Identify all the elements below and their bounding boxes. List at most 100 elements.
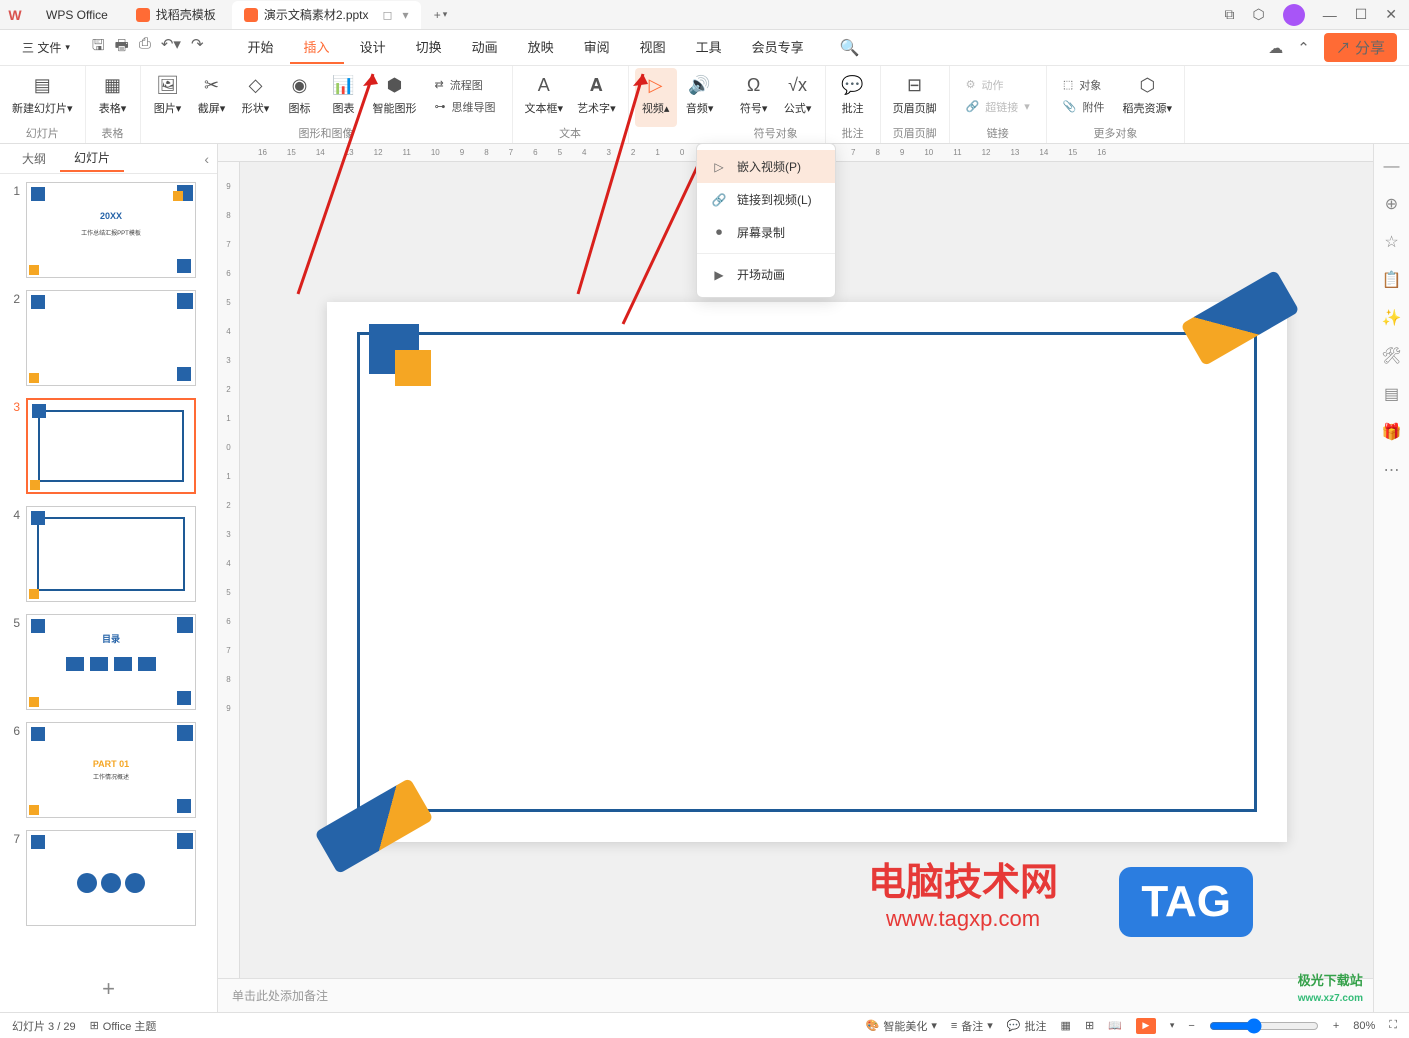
image-button[interactable]: 🖼图片▾ (147, 68, 189, 123)
menu-tab-insert[interactable]: 插入 (290, 31, 344, 64)
thumbnail-7[interactable] (26, 830, 196, 926)
attachment-icon: 📎 (1063, 100, 1077, 113)
thumbnail-2[interactable] (26, 290, 196, 386)
zoom-slider[interactable] (1209, 1018, 1319, 1034)
presentation-icon (244, 8, 258, 22)
menu-tab-member[interactable]: 会员专享 (738, 31, 818, 64)
smartart-button[interactable]: ⬢智能图形 (367, 68, 423, 123)
new-slide-button[interactable]: ▤新建幻灯片▾ (6, 68, 79, 123)
attachment-button[interactable]: 📎附件 (1057, 97, 1111, 117)
thumbnail-6[interactable]: PART 01工作情况概述 (26, 722, 196, 818)
file-menu[interactable]: 三 文件▾ (12, 35, 80, 60)
minimize-button[interactable]: — (1323, 7, 1337, 23)
video-button[interactable]: ▷视频▴ (635, 68, 677, 127)
tab-wps-home[interactable]: WPS Office (34, 1, 120, 29)
view-sorter-icon[interactable]: ⊞ (1085, 1019, 1094, 1032)
screenshot-button[interactable]: ✂截屏▾ (191, 68, 233, 123)
beautify-button[interactable]: 🎨 智能美化▾ (866, 1018, 937, 1034)
docer-button[interactable]: ⬡稻壳资源▾ (1117, 68, 1179, 123)
panel-tab-slides[interactable]: 幻灯片 (60, 145, 124, 172)
chart-button[interactable]: 📊图表 (323, 68, 365, 123)
thumbnail-list[interactable]: 120XX工作总结汇报PPT模板 2 3 4 5目录 6PART 01工作情况概… (0, 174, 217, 966)
menu-tab-animation[interactable]: 动画 (458, 31, 512, 64)
menu-tab-design[interactable]: 设计 (346, 31, 400, 64)
add-tab-button[interactable]: +▾ (429, 3, 453, 27)
view-normal-icon[interactable]: ▦ (1061, 1019, 1071, 1032)
cube-icon[interactable]: ⬡ (1252, 6, 1264, 23)
sidebar-magic-icon[interactable]: ✨ (1382, 308, 1402, 328)
object-button[interactable]: ⬚对象 (1057, 75, 1111, 95)
notes-pane[interactable]: 单击此处添加备注 (218, 978, 1373, 1012)
screen-record-item[interactable]: ⏺屏幕录制 (697, 216, 835, 249)
menu-tab-tools[interactable]: 工具 (682, 31, 736, 64)
print-preview-icon[interactable]: ⎙ (139, 35, 151, 60)
maximize-button[interactable]: ☐ (1355, 6, 1368, 23)
table-icon: ▦ (100, 72, 126, 98)
avatar[interactable] (1283, 4, 1305, 26)
collapse-ribbon-icon[interactable]: ⌃ (1297, 39, 1310, 57)
thumbnail-5[interactable]: 目录 (26, 614, 196, 710)
sidebar-more-icon[interactable]: ⋯ (1384, 460, 1400, 480)
icon-button[interactable]: ◉图标 (279, 68, 321, 123)
tab-document[interactable]: 演示文稿素材2.pptx◻▾ (232, 1, 421, 29)
thumbnail-4[interactable] (26, 506, 196, 602)
zoom-out-button[interactable]: − (1188, 1020, 1194, 1032)
panel-tab-outline[interactable]: 大纲 (8, 146, 60, 171)
layout-icon[interactable]: ⧉ (1224, 6, 1234, 23)
sidebar-clipboard-icon[interactable]: 📋 (1382, 270, 1402, 290)
audio-button[interactable]: 🔊音频▾ (679, 68, 721, 127)
comment-button[interactable]: 💬批注 (832, 68, 874, 123)
undo-icon[interactable]: ↶▾ (161, 35, 181, 60)
theme-info[interactable]: ⊞ Office 主题 (90, 1018, 157, 1034)
slide[interactable] (327, 302, 1287, 842)
screenshot-icon: ✂ (199, 72, 225, 98)
minus-icon[interactable]: — (1384, 158, 1400, 176)
thumbnail-1[interactable]: 20XX工作总结汇报PPT模板 (26, 182, 196, 278)
tab-dropdown-icon[interactable]: ▾ (402, 8, 408, 22)
print-icon[interactable]: 🖶 (115, 35, 129, 60)
menu-tab-start[interactable]: 开始 (234, 31, 288, 64)
panel-collapse-button[interactable]: ‹ (204, 151, 209, 167)
sidebar-star-icon[interactable]: ☆ (1384, 232, 1398, 252)
shape-button[interactable]: ◇形状▾ (235, 68, 277, 123)
link-video-item[interactable]: 🔗链接到视频(L) (697, 183, 835, 216)
zoom-in-button[interactable]: + (1333, 1020, 1339, 1032)
play-button[interactable]: ▶ (1136, 1018, 1156, 1034)
notes-button[interactable]: ≡ 备注▾ (951, 1018, 993, 1034)
add-slide-button[interactable]: + (0, 966, 217, 1012)
thumbnail-3[interactable] (26, 398, 196, 494)
wordart-button[interactable]: 𝐀艺术字▾ (571, 68, 622, 123)
share-button[interactable]: ↗ 分享 (1324, 33, 1397, 62)
formula-button[interactable]: √x公式▾ (777, 68, 819, 123)
redo-icon[interactable]: ↷ (191, 35, 204, 60)
embed-video-item[interactable]: ▷嵌入视频(P) (697, 150, 835, 183)
menu-tab-transition[interactable]: 切换 (402, 31, 456, 64)
zoom-value[interactable]: 80% (1353, 1020, 1375, 1032)
shape-icon: ◇ (243, 72, 269, 98)
menu-tab-view[interactable]: 视图 (626, 31, 680, 64)
cloud-icon[interactable]: ☁ (1268, 39, 1283, 57)
textbox-button[interactable]: A文本框▾ (519, 68, 570, 123)
mindmap-button[interactable]: ⊶思维导图 (429, 97, 502, 117)
opening-anim-item[interactable]: ▶开场动画 (697, 258, 835, 291)
search-icon[interactable]: 🔍 (840, 38, 860, 58)
symbol-button[interactable]: Ω符号▾ (733, 68, 775, 123)
flowchart-button[interactable]: ⇄流程图 (429, 75, 502, 95)
menu-tab-review[interactable]: 审阅 (570, 31, 624, 64)
view-reading-icon[interactable]: 📖 (1108, 1019, 1122, 1032)
menu-tab-slideshow[interactable]: 放映 (514, 31, 568, 64)
table-button[interactable]: ▦表格▾ (92, 68, 134, 123)
save-icon[interactable]: 🖫 (92, 35, 105, 60)
tab-find-template[interactable]: 找稻壳模板 (124, 1, 228, 29)
sidebar-layers-icon[interactable]: ▤ (1384, 384, 1399, 404)
sidebar-tools-icon[interactable]: 🛠 (1381, 346, 1401, 366)
right-sidebar: — ⊕ ☆ 📋 ✨ 🛠 ▤ 🎁 ⋯ (1373, 144, 1409, 1012)
comment-button-sb[interactable]: 💬 批注 (1007, 1018, 1047, 1034)
fit-button[interactable]: ⛶ (1389, 1019, 1397, 1032)
close-button[interactable]: ✕ (1385, 6, 1397, 23)
sidebar-search-icon[interactable]: ⊕ (1385, 194, 1398, 214)
header-footer-button[interactable]: ⊟页眉页脚 (887, 68, 943, 123)
opening-anim-icon: ▶ (711, 267, 727, 283)
slide-counter: 幻灯片 3 / 29 (12, 1018, 76, 1034)
sidebar-gift-icon[interactable]: 🎁 (1382, 422, 1402, 442)
